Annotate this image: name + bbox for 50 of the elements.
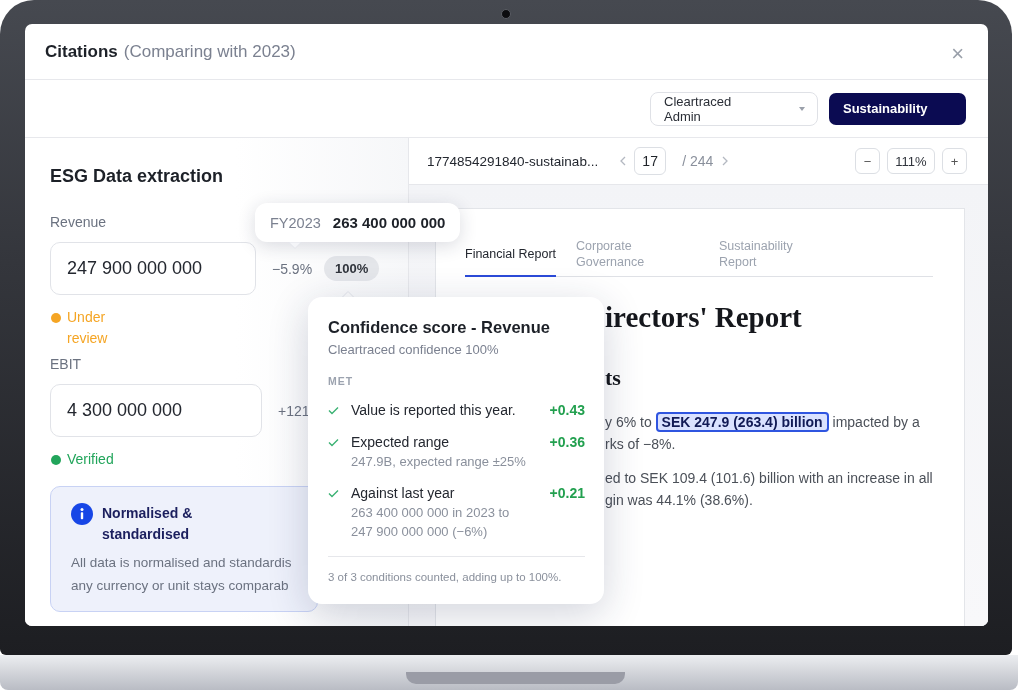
info-text: All data is normalised and standardis any currency or unit stays comparab [71, 554, 292, 595]
paragraph-text: y 6% to SEK 247.9 (263.4) billion impacted by a rks of −8%. [605, 411, 920, 454]
check-icon [328, 406, 339, 415]
document-subheading: ts [605, 364, 621, 392]
document-tab[interactable]: Financial Report [465, 238, 556, 277]
status-label: Verified [67, 450, 114, 469]
confidence-badge[interactable]: 100% [324, 256, 380, 281]
status-label: Under review [67, 308, 109, 348]
change-percent: +121 [278, 402, 310, 419]
file-name: 1774854291840-sustainab... [427, 153, 599, 169]
condition-score: +0.21 [549, 484, 585, 503]
popover-title: Confidence score - Revenue [328, 317, 550, 337]
page-number-field[interactable]: 17 [634, 147, 667, 175]
condition-detail: 247.9B, expected range ±25% [351, 453, 526, 471]
value-field[interactable]: 4 300 000 000 [50, 384, 262, 437]
chevron-left-icon[interactable] [620, 156, 627, 166]
panel-heading: ESG Data extraction [50, 165, 224, 188]
condition-label: Value is reported this year. [351, 401, 516, 420]
condition-detail: 263 400 000 000 in 2023 to 247 900 000 000 (−6%) [351, 504, 510, 541]
pdf-button[interactable]: Sustainability [829, 92, 966, 125]
condition-score: +0.43 [549, 401, 585, 420]
zoom-out-button[interactable]: − [855, 148, 880, 174]
tooltip-period: FY2023 [270, 214, 321, 231]
camera-icon [501, 9, 511, 19]
chevron-right-icon[interactable] [722, 156, 729, 166]
zoom-in-button[interactable]: + [942, 148, 967, 174]
account-dropdown[interactable]: Cleartraced Admin [650, 91, 818, 126]
field-label: EBIT [50, 355, 82, 373]
zoom-level-field[interactable]: 111% [887, 148, 935, 174]
field-label: Revenue [50, 213, 107, 231]
condition-label: Against last year [351, 484, 455, 503]
popover-footer: 3 of 3 conditions counted, adding up to 100%. [328, 569, 562, 585]
condition-label: Expected range [351, 433, 450, 452]
tooltip-value: 263 400 000 000 [332, 214, 446, 231]
info-title: Normalised & standardised [102, 504, 194, 544]
page-count: / 244 [682, 153, 714, 169]
caret-icon [799, 106, 805, 111]
section-label: MET [328, 374, 354, 388]
info-icon [71, 503, 93, 525]
paragraph-text: ed to SEK 109.4 (101.6) billion with an increase in all gin was 44.1% (38.6%). [605, 469, 933, 510]
dialog-title: Citations [45, 41, 118, 62]
value-field[interactable]: 247 900 000 000 [50, 242, 256, 295]
change-percent: −5.9% [272, 260, 313, 277]
highlighted-phrase: SEK 247.9 (263.4) billion [655, 412, 829, 432]
condition-score: +0.36 [549, 433, 585, 452]
document-heading: irectors' Report [605, 300, 802, 335]
popover-subtitle: Cleartraced confidence 100% [328, 341, 499, 359]
check-icon [328, 489, 339, 498]
check-icon [328, 438, 339, 447]
dialog-subtitle: (Comparing with 2023) [123, 41, 296, 62]
